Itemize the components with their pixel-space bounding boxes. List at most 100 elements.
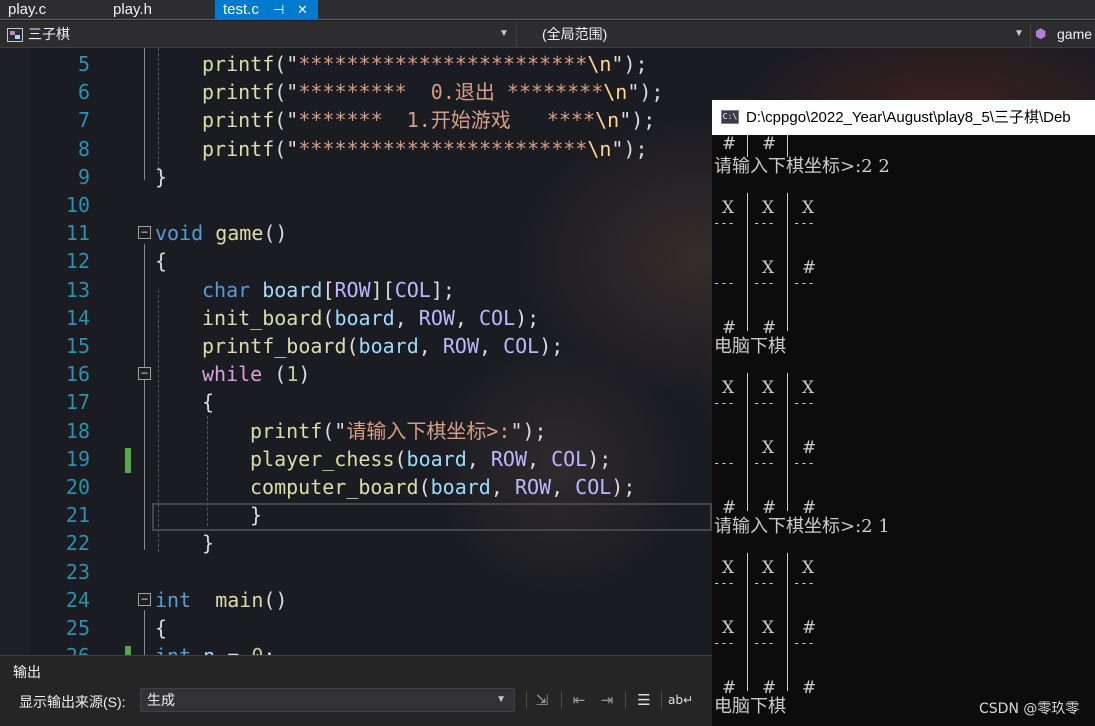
line-number: 6 (77, 80, 90, 105)
project-dropdown[interactable]: 三子棋 ▼ (6, 24, 511, 46)
board-cell: # (802, 618, 817, 638)
board-cell: # (722, 678, 737, 698)
code-token: COL (551, 446, 588, 471)
code-token: ); (539, 334, 564, 358)
board-cell: X (722, 378, 735, 398)
toolbar-divider (526, 691, 527, 709)
code-token: computer_board (250, 475, 419, 499)
output-panel: 输出 显示输出来源(S): 生成 ▼ ⇲ ⇤ ⇥ ☰ ab↵ (0, 655, 712, 726)
collapse-icon[interactable]: − (138, 226, 151, 240)
toolbar-divider (561, 691, 562, 709)
line-number: 18 (65, 418, 90, 443)
line-number: 22 (65, 531, 90, 556)
board-cell: X (762, 438, 775, 458)
member-dropdown[interactable]: ⬢ game (1033, 24, 1095, 46)
board-row-separator: --- (793, 636, 815, 650)
console-window[interactable]: C:\ D:\cppgo\2022_Year\August\play8_5\三子… (712, 100, 1095, 726)
code-token: 0 (251, 644, 263, 655)
code-token: printf (202, 108, 275, 133)
code-token: 1 (286, 362, 299, 387)
code-token: ROW (490, 446, 527, 471)
code-text: void game() (155, 219, 287, 247)
code-token: () (263, 587, 288, 612)
board-cell: # (802, 678, 817, 698)
code-text: int main() (155, 586, 287, 614)
code-text: } (250, 501, 262, 529)
code-token: int (155, 644, 191, 655)
goto-error-icon[interactable]: ⇲ (531, 689, 553, 711)
next-message-icon[interactable]: ⇥ (596, 689, 618, 711)
code-token: } (155, 164, 168, 189)
code-token: ][ (370, 277, 395, 302)
code-token: ); (611, 475, 636, 499)
output-source-label: 显示输出来源(S): (19, 694, 126, 710)
line-number: 19 (65, 446, 90, 471)
code-token: , (478, 334, 504, 358)
output-source-select[interactable]: 生成 ▼ (140, 688, 515, 712)
tab-test-c[interactable]: test.c ⊣ ✕ (215, 0, 318, 20)
code-token: printf_board (202, 334, 347, 358)
scope-label: (全局范围) (542, 26, 608, 42)
tab-label: play.h (113, 1, 152, 18)
code-token: printf (250, 418, 323, 443)
board-row-separator: --- (793, 456, 815, 470)
code-token: while (202, 362, 263, 387)
scope-dropdown[interactable]: (全局范围) ▼ (520, 24, 1025, 46)
word-wrap-icon[interactable]: ab↵ (668, 689, 693, 711)
board-cell: X (762, 198, 775, 218)
board-row-separator: --- (753, 396, 775, 410)
prev-message-icon[interactable]: ⇤ (568, 689, 590, 711)
code-token: ( (262, 362, 287, 387)
tab-play-c[interactable]: play.c (0, 0, 102, 20)
code-line[interactable]: 5 printf("************************\n"); (0, 50, 1095, 78)
toolbar-divider (625, 691, 626, 709)
pin-icon[interactable]: ⊣ (273, 0, 284, 19)
code-token: init_board (202, 305, 323, 330)
chevron-down-icon: ▼ (496, 694, 506, 705)
board-column-separator (787, 193, 788, 331)
board-row-separator: --- (713, 276, 735, 290)
code-text: { (155, 247, 167, 275)
board-cell: X (722, 198, 735, 218)
board-row-separator: --- (793, 576, 815, 590)
tab-label: play.c (8, 1, 47, 18)
collapse-icon[interactable]: − (138, 367, 151, 381)
board-row-separator: --- (753, 216, 775, 230)
board-row-separator: --- (753, 276, 775, 290)
code-token: 请输入下棋坐标>: (346, 418, 511, 443)
code-token: , (490, 475, 515, 499)
code-token: ( (394, 446, 407, 471)
board-row-separator: --- (713, 576, 735, 590)
clear-all-icon[interactable]: ☰ (633, 689, 655, 711)
code-token: board (406, 446, 467, 471)
line-number: 26 (30, 642, 90, 655)
code-token: ************************ (298, 136, 588, 161)
board-row-separator: --- (793, 276, 815, 290)
navigation-bar: 三子棋 ▼ (全局范围) ▼ ⬢ game (0, 21, 1095, 48)
console-titlebar[interactable]: C:\ D:\cppgo\2022_Year\August\play8_5\三子… (712, 100, 1095, 135)
board-row-separator: --- (753, 456, 775, 470)
board-column-separator (787, 553, 788, 691)
code-text: printf_board(board, ROW, COL); (202, 332, 563, 360)
code-token: ( (418, 475, 431, 499)
code-token: int (155, 587, 192, 612)
code-token: (" (274, 52, 299, 76)
code-token: main (215, 587, 264, 612)
board-cell: # (722, 134, 737, 154)
console-output: # # 请输入下棋坐标>:2 2 X X X --- --- --- X # --- --- --- # #… (712, 135, 1095, 726)
code-token: board (358, 334, 419, 358)
board-cell: # (762, 134, 777, 154)
cube-icon: ⬢ (1035, 26, 1047, 41)
code-token: ); (515, 305, 540, 330)
line-number: 25 (65, 616, 90, 640)
collapse-icon[interactable]: − (138, 592, 151, 606)
code-token: ******* 1.开始游戏 **** (298, 108, 596, 133)
line-number: 7 (77, 108, 90, 133)
board-column-separator (747, 135, 748, 157)
close-icon[interactable]: ✕ (297, 0, 308, 19)
line-number: 14 (65, 305, 90, 330)
code-text: } (155, 163, 167, 191)
code-text: computer_board(board, ROW, COL); (250, 473, 635, 501)
output-source-value: 生成 (147, 692, 175, 708)
tab-play-h[interactable]: play.h (105, 0, 215, 20)
